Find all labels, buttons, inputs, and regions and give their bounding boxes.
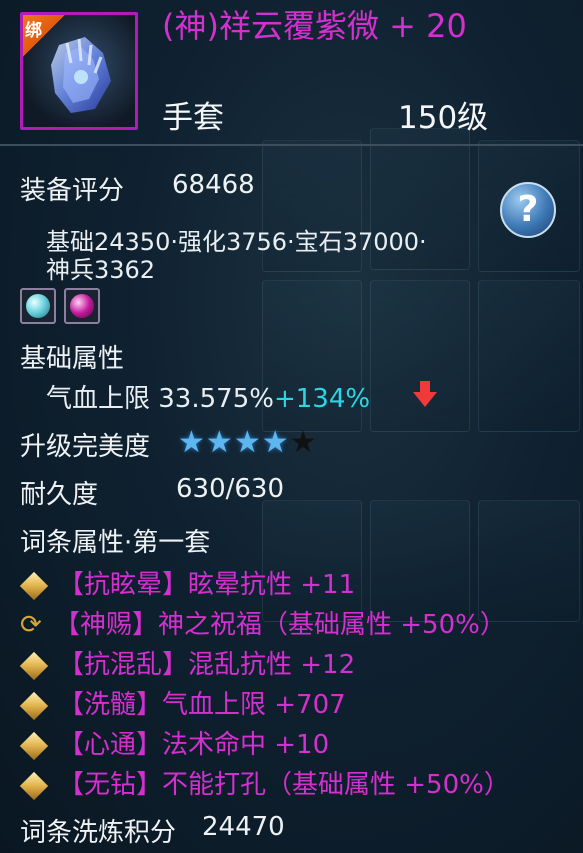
- star-filled-icon: ★: [178, 425, 205, 460]
- equipment-score-label: 装备评分: [20, 176, 125, 206]
- item-icon-frame[interactable]: 绑: [20, 12, 138, 130]
- affix-row: 【心通】法术命中 +10: [16, 724, 329, 761]
- durability-value: 630/630: [176, 474, 285, 504]
- affix-row: ⟳ 【神赐】神之祝福（基础属性 +50%）: [20, 610, 506, 640]
- gem-magenta-icon: [70, 294, 94, 318]
- perfection-stars: ★ ★ ★ ★ ★: [178, 428, 317, 458]
- item-header: 绑 (神)祥云覆紫微 + 20 手套 150级: [0, 0, 583, 140]
- durability-label: 耐久度: [20, 480, 99, 510]
- affix-section-label: 词条属性·第一套: [20, 528, 211, 558]
- base-attr-label: 基础属性: [20, 344, 125, 374]
- star-filled-icon: ★: [205, 425, 233, 460]
- equipment-score-value: 68468: [172, 170, 255, 200]
- gem-cyan-icon: [26, 294, 50, 318]
- star-empty-icon: ★: [289, 425, 317, 460]
- diamond-icon: [19, 771, 49, 801]
- item-name: (神)祥云覆紫微 + 20: [162, 7, 467, 45]
- star-filled-icon: ★: [261, 425, 289, 460]
- bind-badge: 绑: [23, 15, 66, 58]
- affix-row: 【无钻】不能打孔（基础属性 +50%）: [16, 764, 510, 801]
- score-breakdown-line2: 神兵3362: [46, 256, 156, 284]
- star-filled-icon: ★: [233, 425, 261, 460]
- affix-row: 【抗混乱】混乱抗性 +12: [16, 644, 355, 681]
- base-attr-line: 气血上限 33.575%+134%: [46, 378, 370, 415]
- perfection-label: 升级完美度: [20, 432, 151, 462]
- diamond-icon: [19, 651, 49, 681]
- affix-row: 【洗髓】气血上限 +707: [16, 684, 346, 721]
- refine-score-value: 24470: [202, 812, 285, 842]
- header-divider: [0, 144, 583, 146]
- gem-slot-1[interactable]: [20, 288, 56, 324]
- item-type: 手套: [162, 100, 224, 136]
- diamond-icon: [19, 571, 49, 601]
- base-attr-bonus: +134%: [273, 384, 371, 414]
- question-icon: ?: [517, 189, 539, 230]
- gem-slot-2[interactable]: [64, 288, 100, 324]
- refine-score-label: 词条洗炼积分: [20, 818, 177, 848]
- diamond-icon: [19, 691, 49, 721]
- item-level: 150级: [398, 100, 489, 136]
- down-arrow-icon: [413, 381, 437, 407]
- swirl-icon: ⟳: [20, 610, 42, 640]
- affix-row: 【抗眩晕】眩晕抗性 +11: [16, 564, 355, 601]
- base-attr-stat: 气血上限 33.575%: [46, 384, 274, 414]
- help-button[interactable]: ?: [500, 182, 556, 238]
- diamond-icon: [19, 731, 49, 761]
